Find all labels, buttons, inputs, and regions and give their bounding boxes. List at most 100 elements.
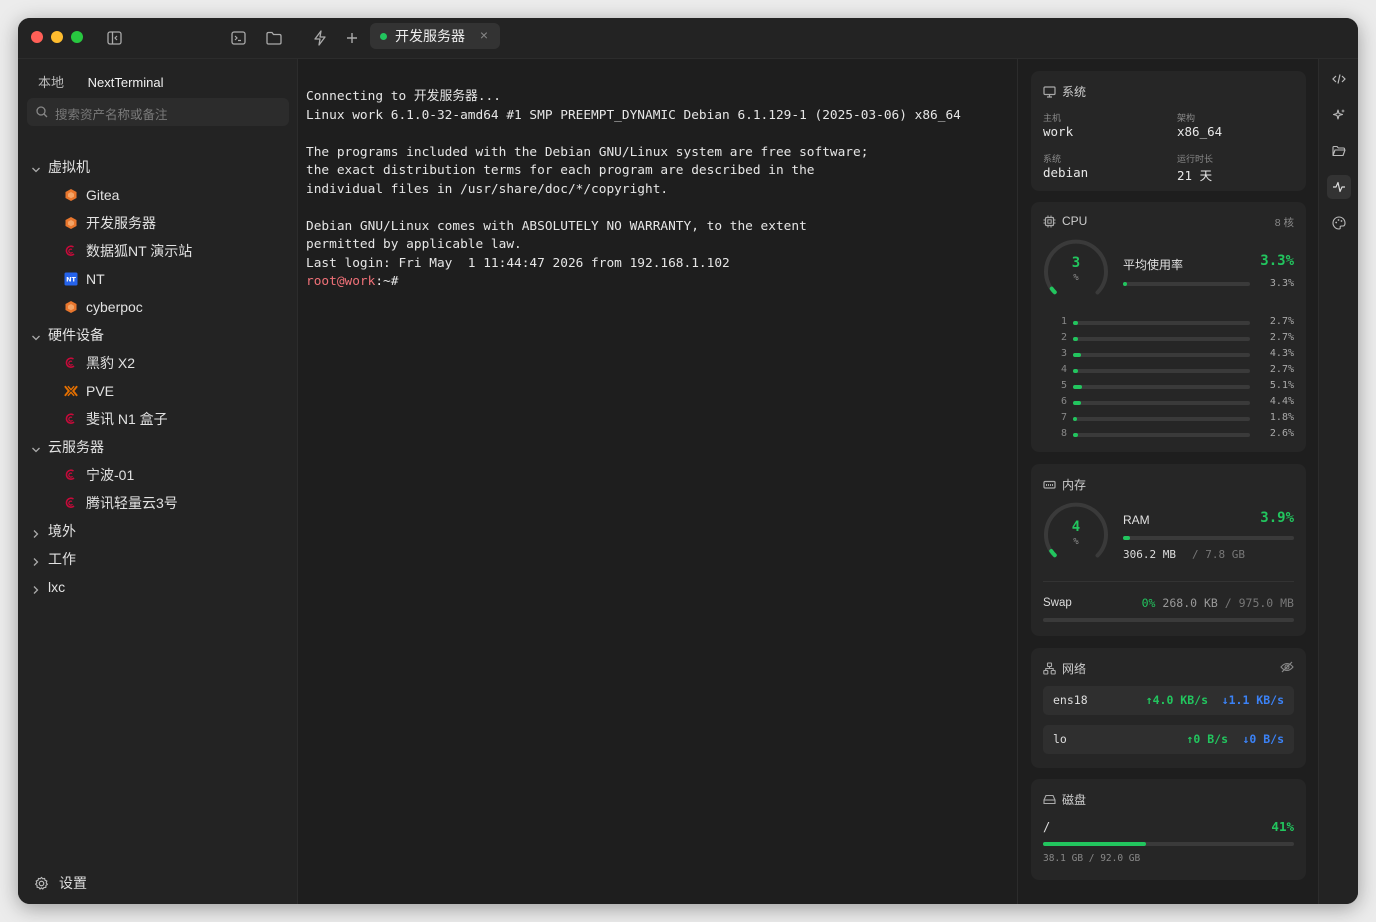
upload-rate: ↑4.0 KB/s (1145, 693, 1208, 707)
tree-item-asset[interactable]: 黑豹 X2 (18, 351, 297, 375)
upload-rate: ↑0 B/s (1186, 732, 1228, 746)
tree-item-asset[interactable]: cyberpoc (18, 295, 297, 319)
disk-bar (1043, 842, 1294, 846)
chevron-right-icon (31, 582, 41, 594)
tree-item-label: cyberpoc (86, 299, 143, 315)
tree-item-asset[interactable]: 宁波-01 (18, 463, 297, 487)
arch-value: x86_64 (1177, 124, 1223, 139)
minimize-window-button[interactable] (51, 31, 63, 43)
cpu-core-pct: 5.1% (1269, 380, 1294, 391)
eye-off-icon[interactable] (1280, 661, 1294, 673)
debian-icon (64, 412, 78, 426)
cpu-avg-pct: 3.3% (1260, 253, 1294, 269)
asset-search-input[interactable]: 搜索资产名称或备注 (27, 98, 289, 126)
sidebar-tabs: 本地 NextTerminal (38, 72, 184, 91)
download-rate: ↓0 B/s (1242, 732, 1284, 746)
terminal-line: Last login: Fri May 1 11:44:47 2026 from… (306, 255, 730, 271)
maximize-window-button[interactable] (71, 31, 83, 43)
lightning-icon[interactable] (310, 28, 330, 48)
close-window-button[interactable] (31, 31, 43, 43)
tree-item-label: NT (86, 271, 105, 287)
theme-button[interactable] (1327, 211, 1351, 235)
tab-dev-server[interactable]: 开发服务器 × (370, 23, 500, 49)
chevron-right-icon (31, 554, 41, 566)
tree-item-asset[interactable]: 数据狐NT 演示站 (18, 239, 297, 263)
palette-icon (1332, 216, 1346, 230)
tree-group-1[interactable]: 硬件设备 (18, 323, 297, 347)
terminal-line: Debian GNU/Linux comes with ABSOLUTELY N… (306, 218, 807, 234)
ubuntu-icon (64, 216, 78, 230)
tree-item-asset[interactable]: Gitea (18, 183, 297, 207)
proxmox-icon (64, 384, 78, 398)
terminal-line: The programs included with the Debian GN… (306, 144, 869, 160)
swap-bar (1043, 618, 1294, 622)
prompt-user: root@work (306, 274, 376, 289)
cpu-core-bar (1073, 337, 1250, 341)
tree-group-label: 云服务器 (48, 439, 104, 455)
tree-group-2[interactable]: 云服务器 (18, 435, 297, 459)
sidebar-tab-nextterminal[interactable]: NextTerminal (88, 75, 164, 90)
terminal-prompt-line: root@work:~# (306, 273, 961, 292)
folder-open-icon (1332, 145, 1346, 157)
system-monitor-button[interactable] (1327, 175, 1351, 199)
disk-usage: 38.1 GB / 92.0 GB (1043, 853, 1141, 864)
search-icon (36, 106, 48, 118)
tree-group-4[interactable]: 工作 (18, 547, 297, 571)
memory-gauge-unit: % (1073, 537, 1079, 547)
cpu-core-pct: 2.7% (1269, 364, 1294, 375)
tree-group-label: 工作 (48, 551, 76, 567)
tree-item-label: 黑豹 X2 (86, 355, 136, 371)
terminal-view[interactable]: Connecting to 开发服务器... Linux work 6.1.0-3… (298, 59, 1016, 904)
sparkle-icon (1332, 109, 1345, 120)
settings-button[interactable]: 设置 (34, 873, 87, 893)
sidebar-tab-local[interactable]: 本地 (38, 75, 64, 90)
new-tab-plus-icon[interactable] (342, 28, 362, 48)
cpu-gauge-unit: % (1073, 273, 1079, 283)
monitor-panel: 系统 主机 work 架构 x86_64 系统 debian 运行时长 21 天… (1017, 59, 1319, 904)
tree-item-asset[interactable]: NT NT (18, 267, 297, 291)
cpu-core-pct: 2.7% (1269, 316, 1294, 327)
tree-item-asset[interactable]: 开发服务器 (18, 211, 297, 235)
tree-item-asset[interactable]: 腾讯轻量云3号 (18, 491, 297, 515)
folder-icon[interactable] (264, 28, 284, 48)
cpu-core-id: 6 (1060, 396, 1067, 407)
memory-gauge-value: 4 (1071, 519, 1081, 535)
terminal-line: permitted by applicable law. (306, 237, 522, 252)
cpu-gauge-value: 3 (1071, 255, 1081, 271)
cpu-core-bar (1073, 401, 1250, 405)
os-value: debian (1043, 165, 1089, 180)
ram-used: 306.2 MB (1123, 548, 1176, 561)
cpu-core-id: 4 (1060, 364, 1067, 375)
tree-item-asset[interactable]: PVE (18, 379, 297, 403)
ram-label: RAM (1123, 513, 1150, 527)
cpu-core-id: 1 (1060, 316, 1067, 327)
cpu-core-pct: 2.6% (1269, 428, 1294, 439)
tab-close-icon[interactable]: × (480, 27, 488, 43)
system-card-title: 系统 (1043, 83, 1086, 100)
swap-values: 0% 268.0 KB / 975.0 MB (1142, 596, 1294, 610)
code-snippet-button[interactable] (1327, 67, 1351, 91)
disk-title: 磁盘 (1062, 793, 1087, 807)
connection-status-dot (380, 32, 387, 40)
debian-icon (64, 496, 78, 510)
cpu-icon (1043, 215, 1056, 227)
debian-icon (64, 468, 78, 482)
terminal-icon[interactable] (228, 28, 248, 48)
ai-assistant-button[interactable] (1327, 103, 1351, 127)
cpu-card-title: CPU (1043, 214, 1087, 228)
file-manager-button[interactable] (1327, 139, 1351, 163)
tree-item-label: 开发服务器 (86, 215, 156, 231)
tree-group-label: 境外 (48, 523, 76, 539)
tree-item-asset[interactable]: 斐讯 N1 盒子 (18, 407, 297, 431)
uptime-value: 21 天 (1177, 168, 1213, 183)
tab-title: 开发服务器 (395, 28, 465, 44)
tree-group-3[interactable]: 境外 (18, 519, 297, 543)
settings-label: 设置 (59, 875, 87, 891)
tree-group-0[interactable]: 虚拟机 (18, 155, 297, 179)
sidebar-toggle-icon[interactable] (104, 28, 124, 48)
cpu-gauge (1044, 239, 1108, 295)
disk-mount: / (1043, 820, 1051, 834)
tree-group-5[interactable]: lxc (18, 575, 297, 599)
tree-item-label: Gitea (86, 187, 120, 203)
